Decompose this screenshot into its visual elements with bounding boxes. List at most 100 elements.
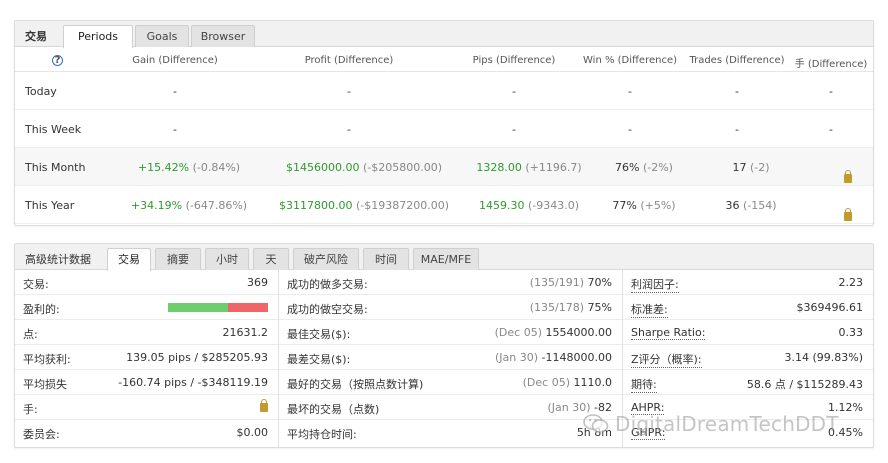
stat-row: 利润因子: 2.23	[623, 270, 873, 295]
periods-panel-title: 交易	[25, 30, 47, 43]
tab-trades[interactable]: 交易	[107, 248, 151, 271]
stat-value: 21631.2	[222, 326, 269, 339]
win-cell: -	[628, 85, 632, 98]
header-pips[interactable]: Pips (Difference)	[473, 55, 556, 66]
header-trades[interactable]: Trades (Difference)	[689, 55, 784, 66]
row-label: Today	[25, 85, 57, 98]
gain-cell: -	[173, 123, 177, 136]
stat-number: 1554000.00	[545, 326, 612, 339]
tab-summary[interactable]: 摘要	[155, 248, 201, 270]
profit-diff: (-$19387200.00)	[355, 199, 450, 212]
tab-hourly[interactable]: 小时	[205, 248, 249, 270]
profit-value: $3117800.00	[278, 199, 353, 212]
win-fill	[168, 303, 228, 312]
stat-label: 委员会:	[23, 428, 60, 441]
periods-table: ? Gain (Difference) Profit (Difference) …	[15, 47, 873, 224]
stat-label: 最佳交易($):	[287, 328, 351, 341]
stat-label[interactable]: Sharpe Ratio:	[631, 326, 706, 340]
profit-cell: $1456000.00 (-$205800.00)	[286, 161, 442, 174]
stat-value: 139.05 pips / $285205.93	[126, 351, 268, 364]
tab-periods[interactable]: Periods	[63, 25, 133, 48]
stat-label: 平均损失	[23, 378, 67, 391]
profit-cell: $3117800.00 (-$19387200.00)	[279, 199, 449, 212]
tab-duration[interactable]: 时间	[363, 248, 409, 270]
periods-tabbar: 交易 Periods Goals Browser	[15, 21, 873, 48]
stat-label: 最好的交易（按照点数计算)	[287, 378, 424, 391]
gain-diff: (-647.86%)	[185, 199, 248, 212]
lots-cell: -	[829, 85, 833, 98]
profit-cell: -	[347, 85, 351, 98]
table-row: This Year +34.19% (-647.86%) $3117800.00…	[15, 186, 873, 224]
stat-note: (Dec 05)	[494, 326, 543, 339]
lock-icon[interactable]	[844, 170, 852, 183]
trades-cell: -	[735, 85, 739, 98]
stats-column-2: 成功的做多交易: (135/191) 70% 成功的做空交易: (135/178) …	[279, 270, 622, 445]
row-label: This Year	[25, 199, 75, 212]
stat-value: 58.6 点 / $115289.43	[746, 378, 863, 391]
tab-browser[interactable]: Browser	[191, 25, 255, 47]
stat-value: (Jan 30) -1148000.00	[495, 351, 612, 364]
tab-goals[interactable]: Goals	[135, 25, 189, 47]
stat-label: 最坏的交易（点数)	[287, 403, 380, 416]
pips-value: 1459.30	[478, 199, 525, 212]
stat-label: 手:	[23, 403, 38, 416]
stat-label[interactable]: 利润因子:	[631, 276, 679, 293]
header-profit[interactable]: Profit (Difference)	[305, 55, 394, 66]
win-value: 77%	[612, 199, 637, 212]
lock-icon[interactable]	[260, 399, 268, 412]
win-diff: (+5%)	[640, 199, 676, 212]
stat-label: 成功的做多交易:	[287, 278, 368, 291]
stat-row: 委员会: $0.00	[15, 420, 278, 445]
stat-row: 最差交易($): (Jan 30) -1148000.00	[279, 345, 622, 370]
row-label: This Week	[25, 123, 82, 136]
stat-label: 交易:	[23, 278, 49, 291]
trades-cell: 17 (-2)	[732, 161, 769, 174]
stat-number: 70%	[587, 276, 612, 289]
stat-label[interactable]: Z评分（概率):	[631, 351, 702, 368]
trades-cell: 36 (-154)	[725, 199, 776, 212]
lock-icon[interactable]	[844, 208, 852, 221]
lots-cell: -	[829, 123, 833, 136]
stat-note: (Dec 05)	[522, 376, 570, 389]
tab-risk-of-ruin[interactable]: 破产风险	[293, 248, 359, 270]
table-row: This Week - - - - - -	[15, 110, 873, 148]
header-lots[interactable]: 手 (Difference)	[795, 55, 868, 70]
stat-row: 最好的交易（按照点数计算) (Dec 05) 1110.0	[279, 370, 622, 395]
stat-note: (135/191)	[529, 276, 585, 289]
header-win[interactable]: Win % (Difference)	[583, 55, 677, 66]
trades-value: 17	[732, 161, 747, 174]
stat-row: 平均损失 -160.74 pips / -$348119.19	[15, 370, 278, 395]
stat-label: 最差交易($):	[287, 353, 351, 366]
stat-row: 平均获利: 139.05 pips / $285205.93	[15, 345, 278, 370]
periods-panel: 交易 Periods Goals Browser ? Gain (Differe…	[14, 20, 874, 226]
help-icon[interactable]: ?	[52, 55, 63, 66]
stat-label: 点:	[23, 328, 38, 341]
tab-mae-mfe[interactable]: MAE/MFE	[413, 248, 479, 270]
stat-row: 成功的做空交易: (135/178) 75%	[279, 295, 622, 320]
stat-row: 期待: 58.6 点 / $115289.43	[623, 370, 873, 395]
header-gain[interactable]: Gain (Difference)	[132, 55, 218, 66]
win-value: 76%	[615, 161, 640, 174]
stat-row: 最佳交易($): (Dec 05) 1554000.00	[279, 320, 622, 345]
stat-label[interactable]: 标准差:	[631, 301, 668, 318]
stat-value: -160.74 pips / -$348119.19	[118, 376, 268, 389]
gain-cell: +34.19% (-647.86%)	[131, 199, 247, 212]
watermark-text: DigitalDreamTechDDT	[615, 412, 839, 436]
stat-row: 点: 21631.2	[15, 320, 278, 345]
stat-row: 标准差: $369496.61	[623, 295, 873, 320]
stat-value[interactable]	[260, 399, 268, 414]
stat-value: (135/191) 70%	[530, 276, 612, 289]
stat-value: 0.33	[838, 326, 864, 339]
stat-row: 盈利的:	[15, 295, 278, 320]
tab-daily[interactable]: 天	[253, 248, 289, 270]
stat-label[interactable]: 期待:	[631, 376, 657, 393]
trades-diff: (-2)	[749, 161, 770, 174]
profit-value: $1456000.00	[285, 161, 360, 174]
pips-cell: -	[512, 123, 516, 136]
stats-tabbar: 高级统计数据 交易 摘要 小时 天 破产风险 时间 MAE/MFE	[15, 244, 873, 271]
pips-value: 1328.00	[476, 161, 522, 174]
wechat-icon	[583, 414, 609, 434]
watermark: DigitalDreamTechDDT	[583, 411, 839, 436]
row-label: This Month	[25, 161, 86, 174]
stat-row: 交易: 369	[15, 270, 278, 295]
